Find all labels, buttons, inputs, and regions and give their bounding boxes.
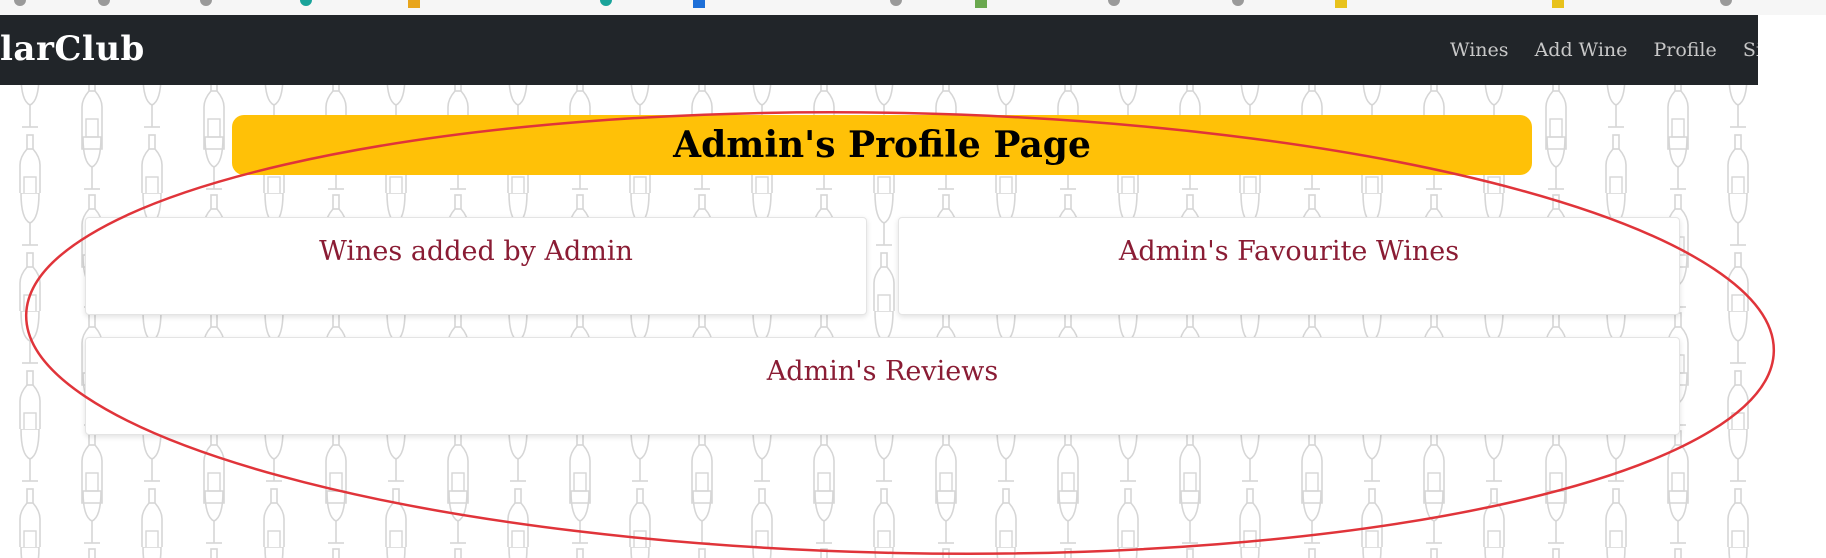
nav-links: Wines Add Wine Profile Sig xyxy=(1450,39,1758,61)
reviews-heading[interactable]: Admin's Reviews xyxy=(767,356,998,387)
nav-link-wines[interactable]: Wines xyxy=(1450,39,1509,61)
right-margin xyxy=(1758,15,1826,558)
bookmark-icon[interactable] xyxy=(1552,0,1564,8)
wines-added-card[interactable]: Wines added by Admin xyxy=(85,217,867,315)
bookmark-icon[interactable] xyxy=(1232,0,1244,6)
bookmark-strip xyxy=(0,0,1826,15)
bookmark-icon[interactable] xyxy=(693,0,705,8)
brand-logo[interactable]: larClub xyxy=(0,29,145,69)
reviews-card[interactable]: Admin's Reviews xyxy=(85,337,1680,435)
bookmark-icon[interactable] xyxy=(98,0,110,6)
bookmark-icon[interactable] xyxy=(300,0,312,6)
navbar: larClub Wines Add Wine Profile Sig xyxy=(0,15,1758,85)
bookmark-icon[interactable] xyxy=(975,0,987,8)
bookmark-icon[interactable] xyxy=(408,0,420,8)
bookmark-icon[interactable] xyxy=(1720,0,1732,6)
page: larClub Wines Add Wine Profile Sig xyxy=(0,0,1826,558)
nav-link-sign[interactable]: Sig xyxy=(1743,39,1758,61)
bookmark-icon[interactable] xyxy=(14,0,26,6)
bookmark-icon[interactable] xyxy=(890,0,902,6)
wines-added-heading[interactable]: Wines added by Admin xyxy=(319,236,633,267)
nav-link-add-wine[interactable]: Add Wine xyxy=(1535,39,1628,61)
favourite-wines-card[interactable]: Admin's Favourite Wines xyxy=(898,217,1680,315)
bookmark-icon[interactable] xyxy=(200,0,212,6)
page-title: Admin's Profile Page xyxy=(232,115,1532,175)
nav-link-profile[interactable]: Profile xyxy=(1653,39,1716,61)
bookmark-icon[interactable] xyxy=(1335,0,1347,8)
bookmark-icon[interactable] xyxy=(1108,0,1120,6)
bookmark-icon[interactable] xyxy=(600,0,612,6)
favourite-wines-heading[interactable]: Admin's Favourite Wines xyxy=(1119,236,1459,267)
